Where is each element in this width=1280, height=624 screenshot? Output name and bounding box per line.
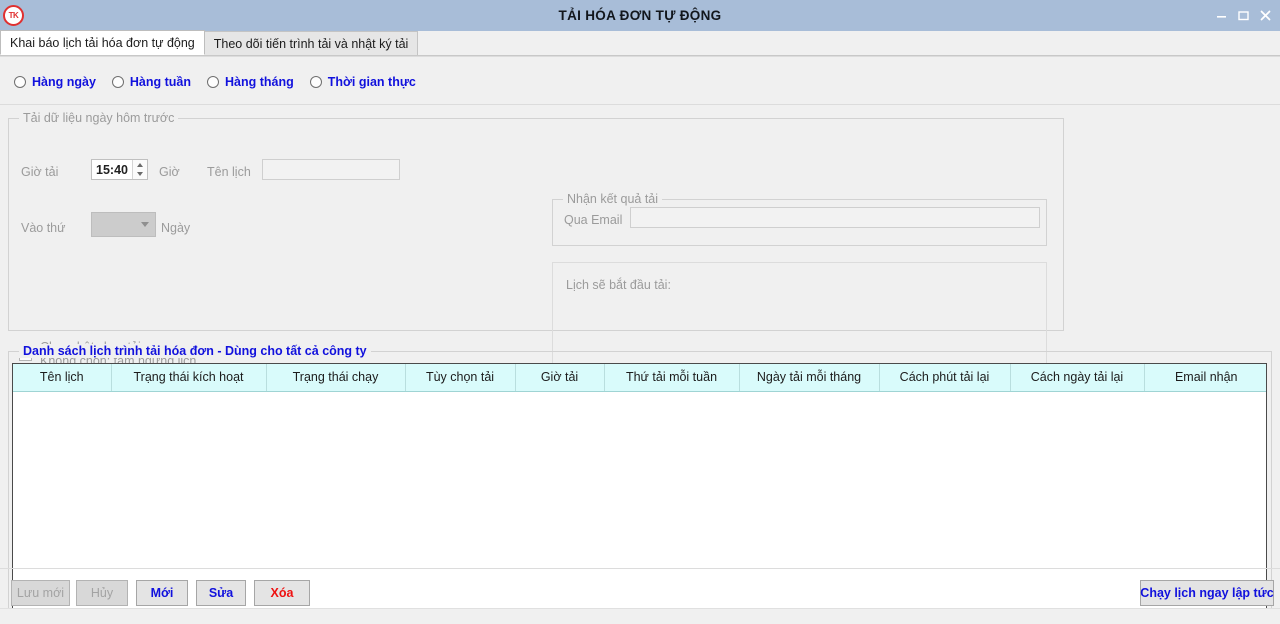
radio-label: Hàng ngày [32, 75, 96, 89]
close-icon[interactable] [1254, 0, 1276, 31]
cancel-button[interactable]: Hủy [76, 580, 128, 606]
schedule-name-input[interactable] [262, 159, 400, 180]
main-content: Hàng ngày Hàng tuần Hàng tháng Thời gian… [0, 56, 1280, 624]
delete-label: Xóa [271, 586, 294, 600]
divider-above-buttons [0, 568, 1280, 569]
col-cach-ngay-tai-lai[interactable]: Cách ngày tải lại [1010, 364, 1144, 391]
radio-thoi-gian-thuc[interactable]: Thời gian thực [310, 75, 416, 89]
col-ngay-tai-moi-thang[interactable]: Ngày tải mỗi tháng [739, 364, 879, 391]
radio-circle-icon [310, 76, 322, 88]
radio-label: Hàng tháng [225, 75, 294, 89]
frequency-radio-group: Hàng ngày Hàng tuần Hàng tháng Thời gian… [14, 75, 432, 89]
radio-circle-icon [112, 76, 124, 88]
radio-hang-ngay[interactable]: Hàng ngày [14, 75, 96, 89]
window-controls [1210, 0, 1276, 31]
stepper-down-icon[interactable] [133, 170, 147, 180]
delete-button[interactable]: Xóa [254, 580, 310, 606]
divider-under-radios [0, 104, 1280, 105]
window-title: TẢI HÓA ĐƠN TỰ ĐỘNG [0, 8, 1280, 23]
title-bar: TK TẢI HÓA ĐƠN TỰ ĐỘNG [0, 0, 1280, 31]
tab-theo-doi-tien-trinh[interactable]: Theo dõi tiến trình tải và nhật ký tải [204, 31, 419, 55]
new-button[interactable]: Mới [136, 580, 188, 606]
col-email-nhan[interactable]: Email nhận [1144, 364, 1267, 391]
schedule-preview-text: Lịch sẽ bắt đầu tải: [566, 278, 671, 292]
col-cach-phut-tai-lai[interactable]: Cách phút tải lại [879, 364, 1010, 391]
hour-value: 15:40 [92, 160, 132, 179]
minimize-icon[interactable] [1210, 0, 1232, 31]
email-input[interactable] [630, 207, 1040, 228]
radio-label: Hàng tuần [130, 75, 191, 89]
table-header-row: Tên lịch Trạng thái kích hoạt Trạng thái… [13, 364, 1267, 391]
divider-top [0, 56, 1280, 57]
application-window: TK TẢI HÓA ĐƠN TỰ ĐỘNG Khai báo lịch tải… [0, 0, 1280, 624]
weekday-label: Vào thứ [21, 221, 66, 235]
hour-label: Giờ tải [21, 165, 58, 179]
schedule-table-container[interactable]: Tên lịch Trạng thái kích hoạt Trạng thái… [12, 363, 1267, 615]
radio-circle-icon [207, 76, 219, 88]
tab-label: Theo dõi tiến trình tải và nhật ký tải [214, 37, 409, 51]
col-ten-lich[interactable]: Tên lịch [13, 364, 111, 391]
schedule-name-label: Tên lịch [207, 165, 251, 179]
tab-khai-bao-lich[interactable]: Khai báo lịch tải hóa đơn tự động [0, 30, 205, 55]
chevron-down-icon [141, 222, 149, 227]
hour-stepper[interactable]: 15:40 [91, 159, 148, 180]
result-delivery-group: Nhận kết quả tải Qua Email [552, 199, 1047, 246]
radio-hang-thang[interactable]: Hàng tháng [207, 75, 294, 89]
edit-button[interactable]: Sửa [196, 580, 246, 606]
hour-unit-label: Giờ [159, 165, 180, 179]
save-new-button[interactable]: Lưu mới [11, 580, 70, 606]
email-label: Qua Email [564, 213, 622, 227]
result-delivery-legend: Nhận kết quả tải [563, 192, 662, 206]
run-now-button[interactable]: Chạy lịch ngay lập tức [1140, 580, 1274, 606]
download-settings-legend: Tải dữ liệu ngày hôm trước [19, 111, 178, 125]
cancel-label: Hủy [91, 586, 113, 600]
maximize-icon[interactable] [1232, 0, 1254, 31]
day-unit-label: Ngày [161, 221, 190, 235]
schedule-list-legend: Danh sách lịch trình tải hóa đơn - Dùng … [19, 344, 371, 358]
save-new-label: Lưu mới [17, 586, 64, 600]
new-label: Mới [151, 586, 174, 600]
radio-hang-tuan[interactable]: Hàng tuần [112, 75, 191, 89]
col-trang-thai-kich-hoat[interactable]: Trạng thái kích hoạt [111, 364, 266, 391]
radio-circle-icon [14, 76, 26, 88]
col-tuy-chon-tai[interactable]: Tùy chọn tải [405, 364, 515, 391]
weekday-select[interactable] [91, 212, 156, 237]
run-now-label: Chạy lịch ngay lập tức [1140, 586, 1273, 600]
status-bar [0, 608, 1280, 624]
stepper-up-icon[interactable] [133, 160, 147, 170]
col-trang-thai-chay[interactable]: Trạng thái chạy [266, 364, 405, 391]
col-gio-tai[interactable]: Giờ tải [515, 364, 604, 391]
radio-label: Thời gian thực [328, 75, 416, 89]
schedule-table: Tên lịch Trạng thái kích hoạt Trạng thái… [13, 364, 1267, 392]
edit-label: Sửa [209, 586, 233, 600]
tab-strip: Khai báo lịch tải hóa đơn tự động Theo d… [0, 31, 1280, 56]
download-settings-group: Tải dữ liệu ngày hôm trước Giờ tải 15:40… [8, 118, 1064, 331]
stepper-arrows[interactable] [132, 160, 147, 179]
col-thu-tai-moi-tuan[interactable]: Thứ tải mỗi tuần [604, 364, 739, 391]
tab-label: Khai báo lịch tải hóa đơn tự động [10, 36, 195, 50]
